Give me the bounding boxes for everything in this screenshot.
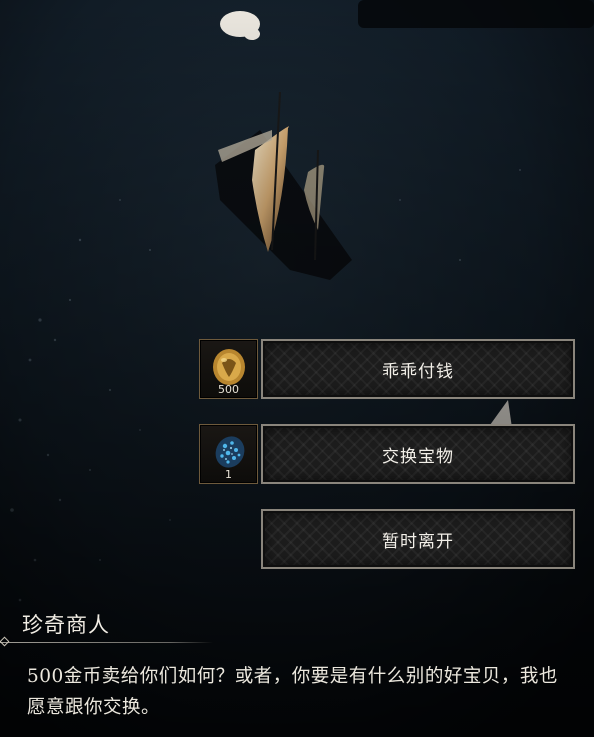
gold-coin-icon — [213, 349, 245, 385]
item-quantity: 500 — [218, 383, 239, 396]
speaker-divider — [0, 642, 213, 643]
choice-row-leave: 暂时离开 — [199, 509, 575, 569]
dialog-text: 500金币卖给你们如何？或者，你要是有什么别的好宝贝，我也愿意跟你交换。 — [27, 666, 558, 718]
exchange-treasure-button[interactable]: 交换宝物 — [261, 424, 575, 484]
blue-gem-icon — [215, 436, 245, 468]
pay-gold-button[interactable]: 乖乖付钱 — [261, 339, 575, 399]
choice-row-pay: 500 乖乖付钱 — [199, 339, 575, 399]
choice-label: 乖乖付钱 — [382, 361, 454, 382]
choice-label: 交换宝物 — [382, 446, 454, 467]
item-slot-gem: 1 — [199, 424, 258, 484]
choice-label: 暂时离开 — [382, 531, 454, 552]
leave-button[interactable]: 暂时离开 — [261, 509, 575, 569]
choice-row-exchange: 1 交换宝物 — [199, 424, 575, 484]
item-quantity: 1 — [225, 468, 232, 481]
item-slot-gold: 500 — [199, 339, 258, 399]
dialog-speaker-name: 珍奇商人 — [22, 613, 110, 637]
